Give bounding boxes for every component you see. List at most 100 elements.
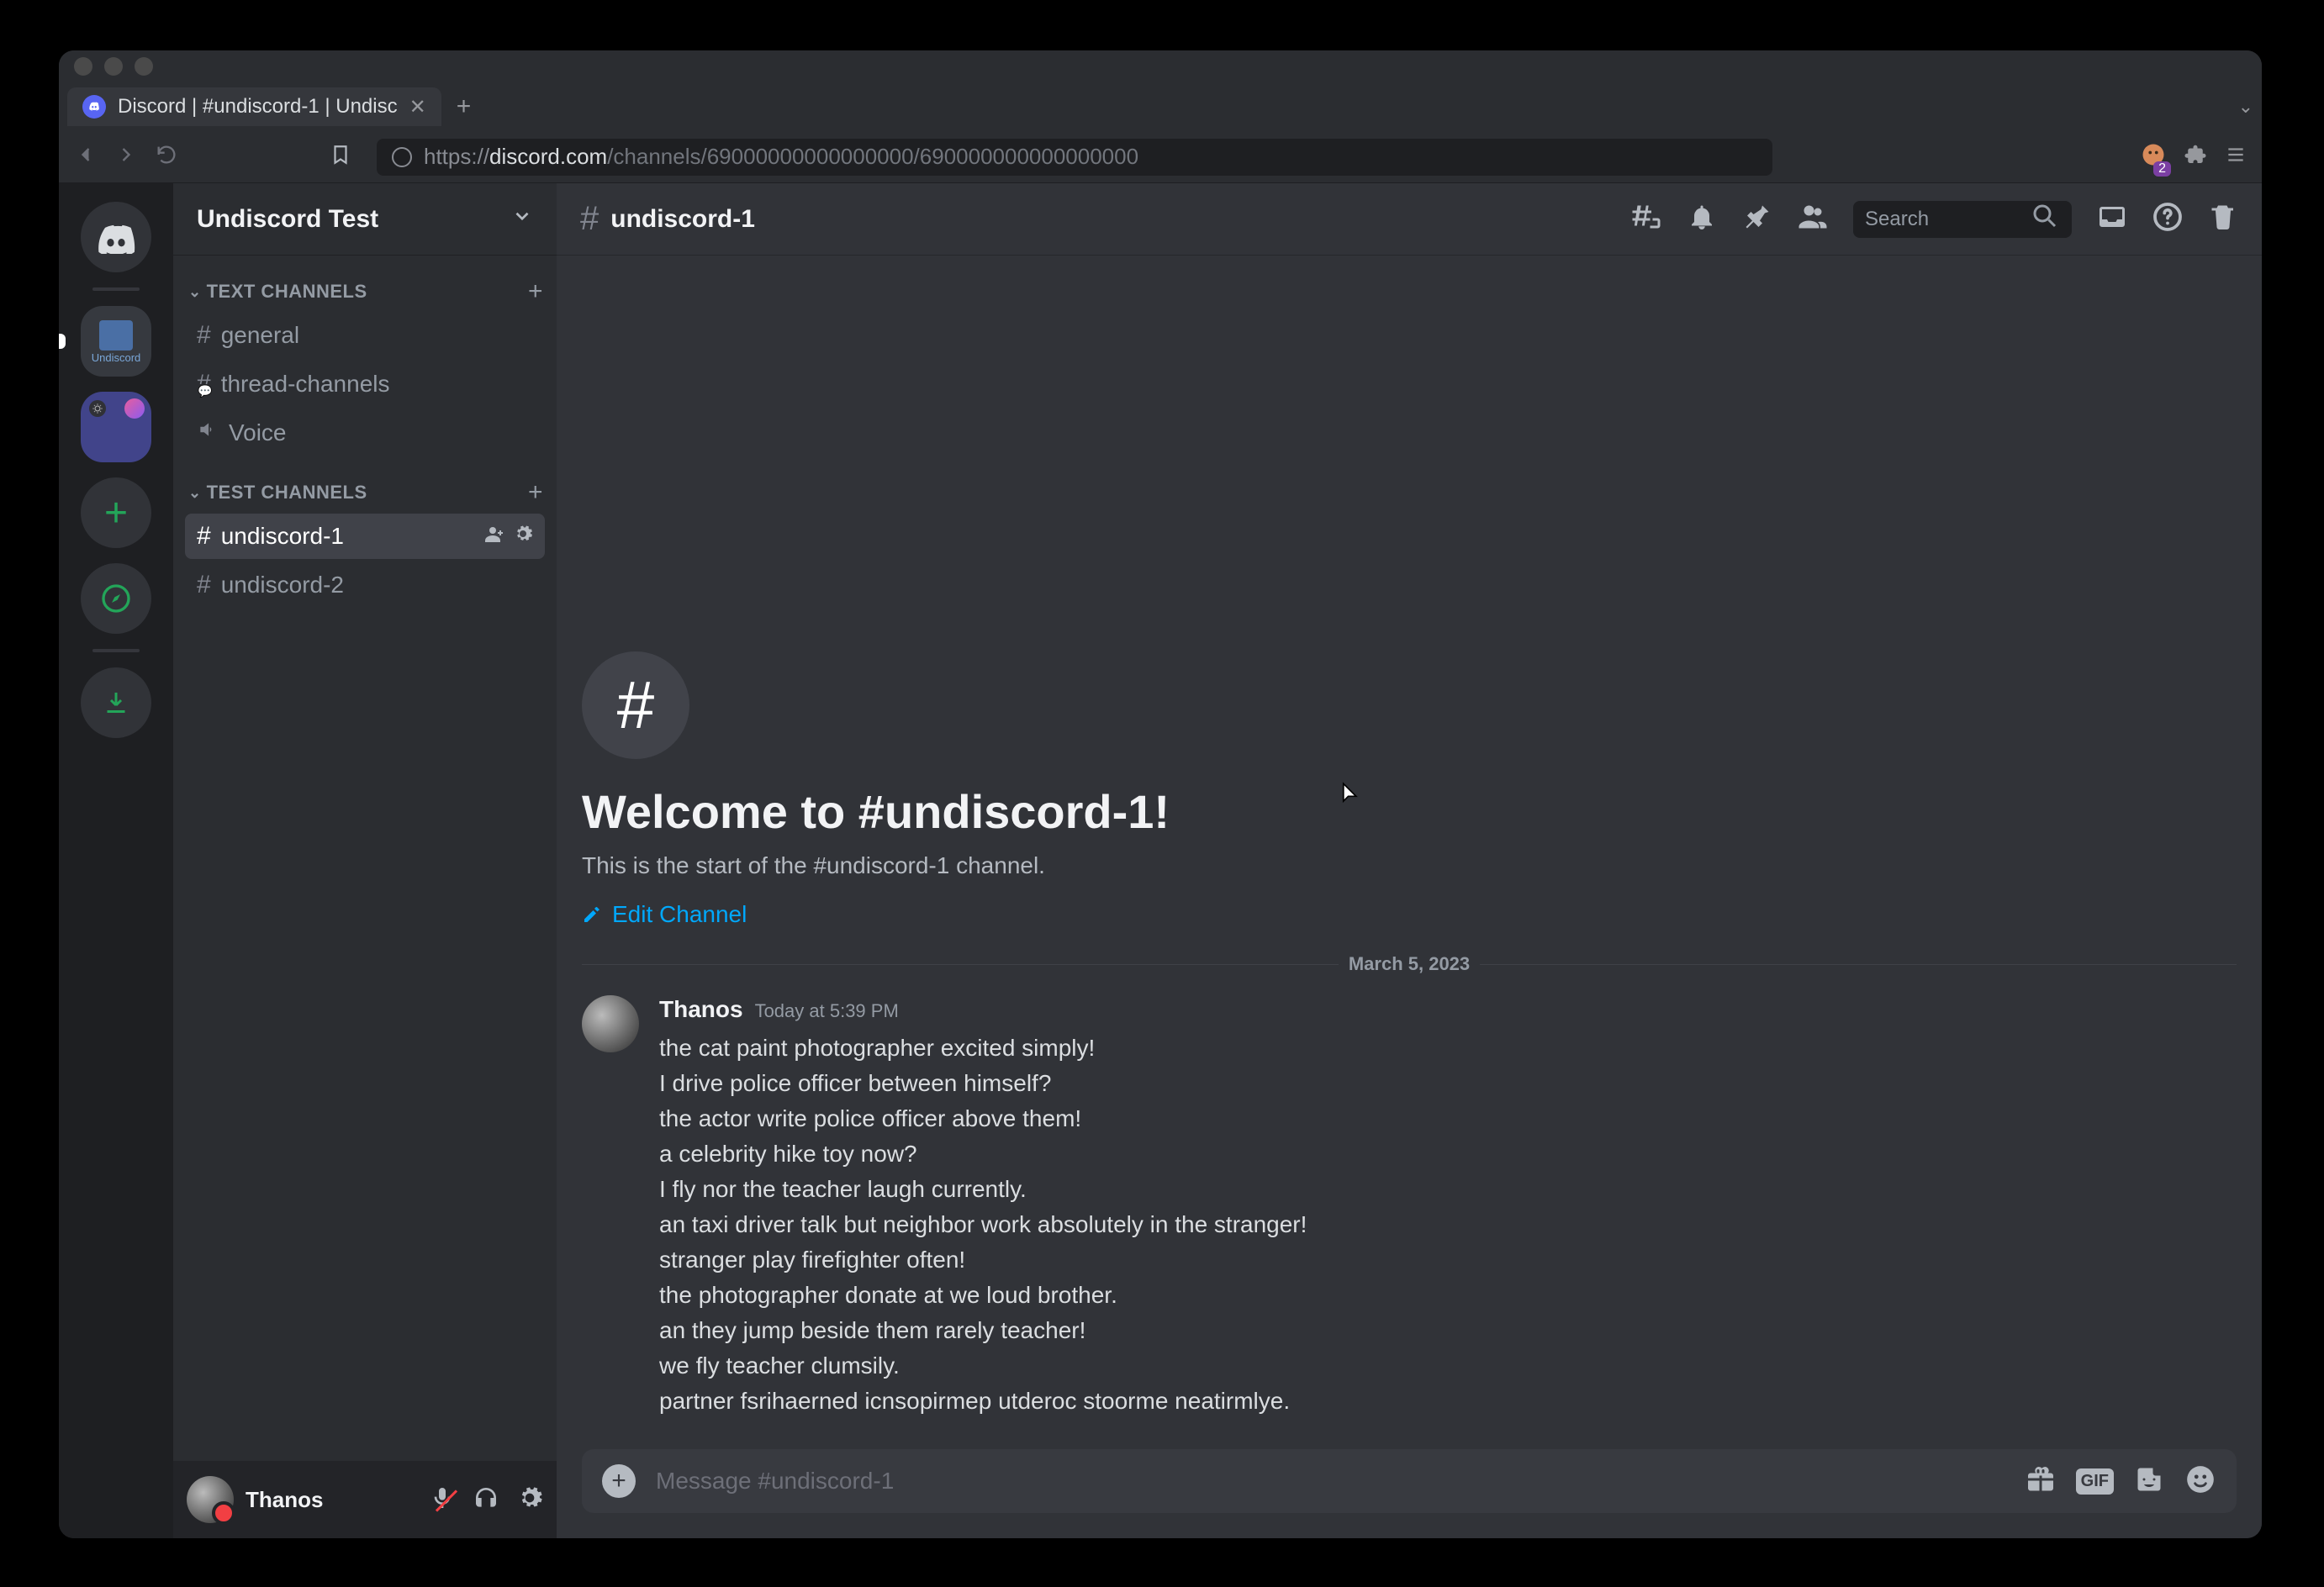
thread-hash-icon: #💬: [197, 370, 211, 398]
add-server-button[interactable]: +: [81, 477, 151, 548]
date-divider: March 5, 2023: [582, 953, 2237, 975]
channel-sidebar: Undiscord Test ⌄ TEXT CHANNELS + # gener…: [173, 183, 557, 1538]
server-item[interactable]: [81, 392, 151, 462]
rail-separator: [92, 649, 140, 652]
url-protocol: https://: [424, 144, 489, 169]
message-line: the actor write police officer above the…: [659, 1101, 1307, 1136]
browser-tab[interactable]: Discord | #undiscord-1 | Undisc ✕: [67, 87, 441, 126]
gif-button[interactable]: GIF: [2076, 1468, 2114, 1495]
extension-badge-count: 2: [2153, 161, 2171, 177]
message-composer[interactable]: + Message #undiscord-1 GIF: [582, 1449, 2237, 1513]
message-line: the cat paint photographer excited simpl…: [659, 1031, 1307, 1066]
message-line: I drive police officer between himself?: [659, 1066, 1307, 1101]
user-name[interactable]: Thanos: [246, 1487, 323, 1513]
traffic-minimize[interactable]: [104, 57, 123, 76]
server-header[interactable]: Undiscord Test: [173, 183, 557, 256]
channel-thread-channels[interactable]: #💬 thread-channels: [185, 361, 545, 407]
explore-servers-button[interactable]: [81, 563, 151, 634]
category-test-channels[interactable]: ⌄ TEST CHANNELS +: [173, 456, 557, 512]
download-apps-button[interactable]: [81, 667, 151, 738]
pinned-messages-icon[interactable]: [1742, 202, 1772, 236]
edit-channel-link[interactable]: Edit Channel: [582, 901, 2237, 928]
main-area: # undiscord-1 Search: [557, 183, 2262, 1538]
message-line: stranger play firefighter often!: [659, 1242, 1307, 1278]
chevron-down-icon: ⌄: [188, 283, 202, 301]
category-text-channels[interactable]: ⌄ TEXT CHANNELS +: [173, 256, 557, 311]
channel-settings-icon[interactable]: [513, 523, 533, 550]
tab-close-icon[interactable]: ✕: [409, 95, 426, 119]
welcome-subtitle: This is the start of the #undiscord-1 ch…: [582, 852, 2237, 879]
inbox-icon[interactable]: [2097, 202, 2127, 236]
message-line: a celebrity hike toy now?: [659, 1136, 1307, 1172]
url-host: discord.com: [489, 144, 607, 169]
gift-icon[interactable]: [2026, 1464, 2056, 1499]
composer-placeholder: Message #undiscord-1: [656, 1468, 894, 1495]
user-settings-icon[interactable]: [516, 1484, 543, 1516]
extension-icon[interactable]: 2: [2141, 142, 2166, 171]
site-info-icon[interactable]: [392, 147, 412, 167]
channel-general[interactable]: # general: [185, 313, 545, 358]
window-titlebar: [59, 50, 2262, 82]
nav-back-icon[interactable]: [74, 143, 98, 171]
tab-overflow-icon[interactable]: ⌄: [2238, 96, 2253, 118]
new-tab-button[interactable]: +: [457, 92, 472, 121]
search-placeholder: Search: [1865, 208, 1929, 231]
message-line: an taxi driver talk but neighbor work ab…: [659, 1207, 1307, 1242]
extensions-puzzle-icon[interactable]: [2183, 142, 2208, 171]
message-author[interactable]: Thanos: [659, 992, 743, 1027]
user-avatar[interactable]: [187, 1476, 234, 1523]
message-content: the cat paint photographer excited simpl…: [659, 1031, 1307, 1419]
traffic-close[interactable]: [74, 57, 92, 76]
attach-button[interactable]: +: [602, 1464, 636, 1498]
url-bar[interactable]: https://discord.com/channels/69000000000…: [377, 139, 1772, 176]
welcome-hash-icon: #: [582, 651, 689, 759]
chevron-down-icon: ⌄: [188, 484, 202, 502]
headphones-icon[interactable]: [473, 1484, 499, 1516]
traffic-zoom[interactable]: [135, 57, 153, 76]
member-list-icon[interactable]: [1798, 202, 1828, 236]
create-channel-button[interactable]: +: [528, 277, 543, 306]
search-icon: [2030, 201, 2060, 237]
bookmark-icon[interactable]: [330, 142, 351, 171]
create-channel-button[interactable]: +: [528, 478, 543, 507]
browser-tabbar: Discord | #undiscord-1 | Undisc ✕ + ⌄: [59, 82, 2262, 131]
emoji-icon[interactable]: [2184, 1463, 2216, 1500]
sticker-icon[interactable]: [2134, 1464, 2164, 1499]
help-icon[interactable]: [2152, 202, 2183, 236]
home-button[interactable]: [81, 202, 151, 272]
server-dropdown-icon[interactable]: [511, 205, 533, 234]
server-name: Undiscord Test: [197, 205, 378, 234]
message-line: I fly nor the teacher laugh currently.: [659, 1172, 1307, 1207]
message-avatar[interactable]: [582, 995, 639, 1052]
url-path: /channels/69000000000000000/690000000000…: [607, 144, 1138, 169]
search-input[interactable]: Search: [1853, 201, 2072, 238]
message-timestamp: Today at 5:39 PM: [755, 997, 899, 1025]
message-line: partner fsrihaerned icnsopirmep utderoc …: [659, 1384, 1307, 1419]
welcome-title: Welcome to #undiscord-1!: [582, 784, 2237, 839]
nav-forward-icon[interactable]: [114, 143, 138, 171]
channel-voice[interactable]: Voice: [185, 410, 545, 455]
browser-menu-icon[interactable]: [2225, 144, 2247, 170]
hash-icon: #: [197, 571, 211, 599]
channel-undiscord-1[interactable]: # undiscord-1: [185, 514, 545, 559]
tab-title: Discord | #undiscord-1 | Undisc: [118, 95, 398, 119]
hash-icon: #: [580, 200, 599, 238]
server-rail: Undiscord +: [59, 183, 173, 1538]
message-area: # Welcome to #undiscord-1! This is the s…: [557, 256, 2262, 1538]
notifications-icon[interactable]: [1687, 202, 1717, 236]
nav-reload-icon[interactable]: [155, 143, 178, 171]
mute-mic-icon[interactable]: [429, 1484, 456, 1516]
message-line: we fly teacher clumsily.: [659, 1348, 1307, 1384]
server-undiscord[interactable]: Undiscord: [81, 306, 151, 377]
channel-undiscord-2[interactable]: # undiscord-2: [185, 562, 545, 608]
trash-icon[interactable]: [2208, 202, 2238, 236]
channel-header: # undiscord-1 Search: [557, 183, 2262, 256]
threads-icon[interactable]: [1631, 202, 1661, 236]
speaker-icon: [197, 419, 219, 446]
invite-people-icon[interactable]: [484, 523, 504, 550]
channel-title: undiscord-1: [610, 205, 755, 234]
server-pill-indicator: [59, 334, 66, 349]
hash-icon: #: [197, 522, 211, 551]
message-line: the photographer donate at we loud broth…: [659, 1278, 1307, 1313]
rail-separator: [92, 287, 140, 291]
